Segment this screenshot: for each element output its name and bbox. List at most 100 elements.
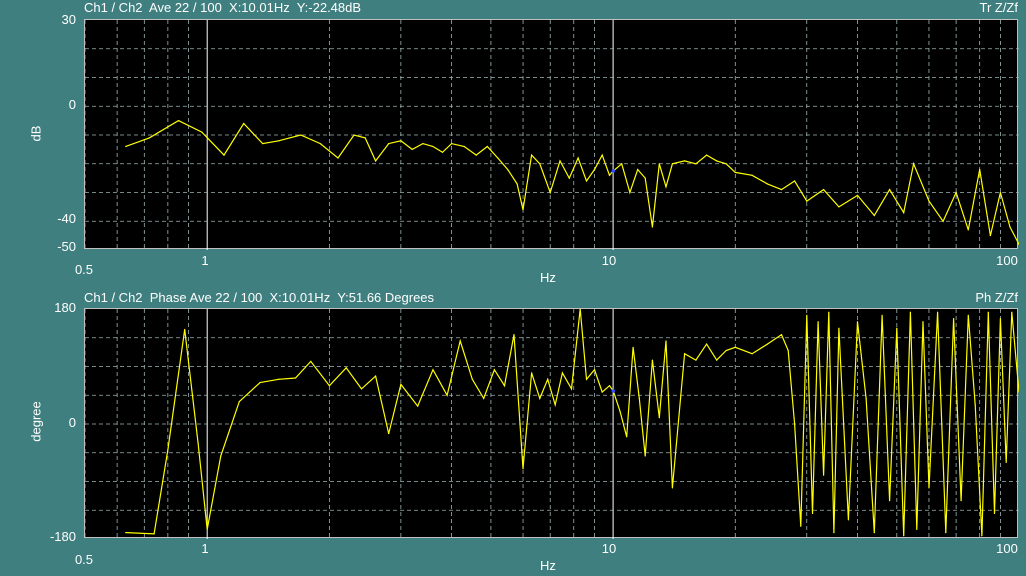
phase-y-tick-0: 0 xyxy=(68,415,76,430)
phase-data-point xyxy=(446,394,448,396)
magnitude-data-point xyxy=(651,226,654,228)
magnitude-x-axis-label: Hz xyxy=(540,270,556,285)
phase-data-point xyxy=(206,528,208,531)
magnitude-data-point xyxy=(608,174,611,176)
magnitude-data-point xyxy=(658,163,660,165)
magnitude-data-point xyxy=(522,209,524,211)
magnitude-data-point xyxy=(585,180,588,182)
magnitude-data-point xyxy=(411,148,413,150)
phase-x-tick-10: 10 xyxy=(601,541,617,556)
magnitude-data-point xyxy=(683,160,686,162)
phase-data-point xyxy=(547,378,549,380)
magnitude-data-point xyxy=(806,200,808,202)
phase-data-point xyxy=(903,535,905,537)
phase-data-point xyxy=(608,385,611,387)
magnitude-data-point xyxy=(955,191,957,194)
magnitude-data-point xyxy=(497,157,499,159)
magnitude-data-point xyxy=(838,206,840,208)
phase-data-point xyxy=(554,404,556,406)
magnitude-x-tick-0.5: 0.5 xyxy=(74,262,94,277)
magnitude-panel: Ch1 / Ch2 Ave 22 / 100 X:10.01Hz Y:-22.4… xyxy=(0,0,1026,288)
phase-data-point xyxy=(787,349,789,352)
phase-data-point xyxy=(658,417,660,419)
phase-data-point xyxy=(125,532,127,534)
phase-data-point xyxy=(922,321,924,323)
phase-data-point xyxy=(651,359,654,361)
phase-data-point xyxy=(683,353,686,355)
phase-data-point xyxy=(800,525,802,527)
magnitude-y-tick-30: 30 xyxy=(61,12,76,27)
magnitude-data-point xyxy=(665,186,667,188)
magnitude-data-point xyxy=(716,160,718,162)
magnitude-data-point xyxy=(734,171,736,173)
magnitude-series-line xyxy=(125,119,1019,245)
magnitude-data-point xyxy=(928,200,930,202)
phase-data-point xyxy=(561,372,563,374)
magnitude-data-point xyxy=(1009,226,1011,228)
magnitude-data-point xyxy=(262,143,264,145)
phase-data-point xyxy=(328,385,330,387)
phase-data-point xyxy=(513,333,515,336)
phase-data-point xyxy=(981,535,983,537)
magnitude-data-point xyxy=(793,180,796,182)
phase-data-point xyxy=(780,333,783,336)
magnitude-data-point xyxy=(364,137,366,139)
phase-data-point xyxy=(896,327,898,329)
magnitude-header-readout: Ch1 / Ch2 Ave 22 / 100 X:10.01Hz Y:-22.4… xyxy=(84,0,362,15)
phase-data-point xyxy=(806,314,808,316)
magnitude-data-point xyxy=(889,189,891,191)
magnitude-data-point xyxy=(873,214,875,217)
phase-data-point xyxy=(838,327,840,329)
phase-data-point xyxy=(716,359,718,361)
phase-data-point xyxy=(1005,461,1007,463)
magnitude-data-point xyxy=(441,151,444,153)
phase-data-point xyxy=(539,397,541,400)
phase-data-point xyxy=(793,423,796,425)
phase-data-point xyxy=(945,532,947,534)
phase-data-point xyxy=(197,442,199,444)
magnitude-data-point xyxy=(539,163,541,165)
phase-data-point xyxy=(909,311,911,313)
magnitude-data-point xyxy=(450,143,453,145)
magnitude-y-tick-0: 0 xyxy=(68,97,76,112)
phase-data-point xyxy=(865,397,867,400)
phase-data-point xyxy=(220,455,222,457)
magnitude-data-point xyxy=(629,191,631,194)
phase-x-tick-100: 100 xyxy=(996,541,1018,556)
phase-data-point xyxy=(671,487,674,489)
magnitude-x-tick-100: 100 xyxy=(996,253,1018,268)
phase-grid xyxy=(85,309,1019,539)
phase-data-point xyxy=(278,378,280,380)
magnitude-header: Ch1 / Ch2 Ave 22 / 100 X:10.01Hz Y:-22.4… xyxy=(84,0,1018,16)
magnitude-cursor-marker xyxy=(611,169,616,173)
magnitude-trace-mode[interactable]: Tr Z/Zf xyxy=(979,0,1018,16)
phase-data-point xyxy=(928,487,930,489)
phase-plot-svg[interactable] xyxy=(85,309,1019,539)
magnitude-data-point xyxy=(125,145,127,148)
phase-plot-area[interactable] xyxy=(84,308,1019,539)
magnitude-y-axis-label: dB xyxy=(28,125,44,142)
magnitude-x-tick-10: 10 xyxy=(601,253,617,268)
phase-data-point xyxy=(184,328,186,331)
phase-data-point xyxy=(345,367,347,369)
magnitude-data-point xyxy=(577,157,579,159)
magnitude-data-point xyxy=(644,177,646,179)
magnitude-plot-area[interactable] xyxy=(84,19,1019,250)
phase-data-point xyxy=(503,385,506,387)
phase-data-point xyxy=(817,321,819,323)
magnitude-data-point xyxy=(637,168,639,171)
magnitude-data-point xyxy=(751,174,753,176)
magnitude-data-point xyxy=(601,154,603,156)
phase-trace-mode[interactable]: Ph Z/Zf xyxy=(975,290,1018,306)
magnitude-plot-svg[interactable] xyxy=(85,20,1019,250)
magnitude-data-point xyxy=(201,131,203,133)
magnitude-data-point xyxy=(148,137,150,139)
phase-data-point xyxy=(400,383,402,385)
phase-data-point xyxy=(706,343,708,345)
phase-data-point xyxy=(417,405,419,407)
phase-x-tick-0.5: 0.5 xyxy=(74,552,94,567)
phase-data-point xyxy=(483,397,485,400)
magnitude-data-point xyxy=(278,140,280,142)
phase-data-point xyxy=(493,369,495,371)
magnitude-data-point xyxy=(989,235,991,237)
